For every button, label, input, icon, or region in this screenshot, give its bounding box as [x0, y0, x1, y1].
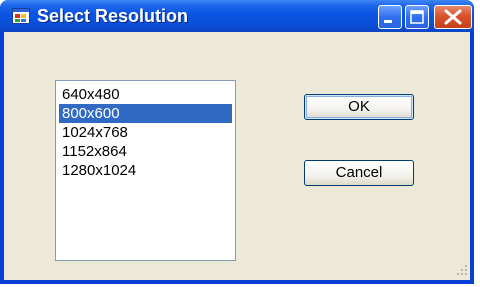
minimize-button[interactable]: [378, 5, 402, 29]
list-item[interactable]: 1024x768: [59, 123, 232, 142]
dialog-window: Select Resolution 640x480 800x600 1024x7…: [0, 0, 474, 284]
close-icon: [444, 9, 462, 25]
app-window-icon: [12, 8, 30, 24]
cancel-button[interactable]: Cancel: [304, 160, 414, 186]
list-item[interactable]: 1280x1024: [59, 161, 232, 180]
list-item[interactable]: 640x480: [59, 85, 232, 104]
close-button[interactable]: [434, 5, 472, 29]
maximize-button[interactable]: [405, 5, 429, 29]
list-item-selected[interactable]: 800x600: [59, 104, 232, 123]
minimize-icon: [384, 20, 392, 23]
list-item[interactable]: 1152x864: [59, 142, 232, 161]
maximize-icon: [410, 10, 424, 24]
resolution-listbox[interactable]: 640x480 800x600 1024x768 1152x864 1280x1…: [55, 80, 236, 261]
title-bar[interactable]: Select Resolution: [0, 0, 474, 32]
dialog-client-area: 640x480 800x600 1024x768 1152x864 1280x1…: [4, 32, 470, 280]
ok-button[interactable]: OK: [304, 94, 414, 120]
resize-grip-icon[interactable]: [456, 264, 468, 276]
window-title: Select Resolution: [37, 6, 189, 26]
